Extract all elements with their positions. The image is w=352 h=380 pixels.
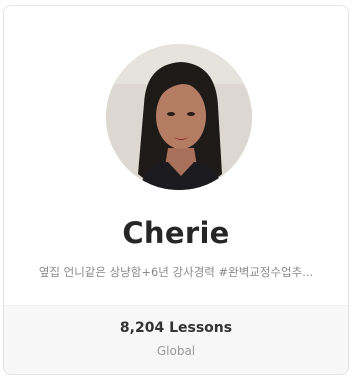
tutor-avatar[interactable] <box>106 44 252 190</box>
tutor-card[interactable]: Cherie 옆집 언니같은 상냥함+6년 강사경력 #완벽교정수업추... 8… <box>3 5 349 375</box>
lesson-count: 8,204 Lessons <box>119 320 233 336</box>
tutor-photo-icon <box>106 44 252 190</box>
tutor-stats: 8,204 Lessons Global <box>4 305 348 374</box>
tutor-region: Global <box>156 344 196 358</box>
tutor-name[interactable]: Cherie <box>4 216 348 250</box>
tutor-tagline: 옆집 언니같은 상냥함+6년 강사경력 #완벽교정수업추... <box>38 265 314 279</box>
